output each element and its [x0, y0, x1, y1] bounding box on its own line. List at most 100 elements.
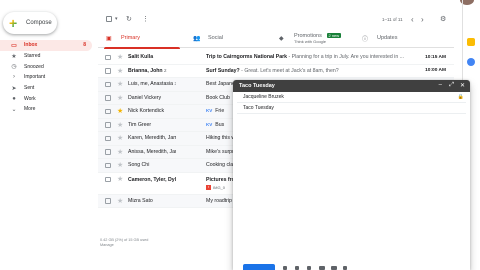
sidebar-item-inbox[interactable]: ▭ Inbox 8 [0, 40, 92, 51]
star-icon[interactable]: ★ [117, 121, 123, 130]
send-icon: ➤ [11, 85, 17, 92]
to-recipient: Jacqueline Bruzek [243, 94, 284, 100]
photo-icon[interactable] [343, 266, 347, 270]
to-field[interactable]: Jacqueline Bruzek 🔒 [237, 92, 466, 103]
compose-window: Taco Tuesday ‒ ⤢ ✕ Jacqueline Bruzek 🔒 T… [233, 80, 470, 270]
thread-count: 3 [174, 81, 176, 87]
row-checkbox[interactable] [105, 95, 111, 101]
compose-body[interactable] [237, 116, 466, 260]
star-icon[interactable]: ★ [117, 53, 123, 62]
label-icon: ● [12, 95, 16, 102]
inbox-tab-icon: ▣ [106, 35, 112, 42]
row-checkbox[interactable] [105, 54, 111, 60]
select-all-checkbox[interactable] [106, 12, 112, 26]
people-icon: 👥 [193, 35, 201, 42]
sender-name: Song Chi [128, 162, 150, 169]
star-icon[interactable]: ★ [117, 148, 123, 157]
star-icon[interactable]: ★ [117, 175, 123, 184]
row-checkbox[interactable] [105, 135, 111, 141]
row-checkbox[interactable] [105, 108, 111, 114]
prev-page-icon[interactable]: ‹ [411, 12, 414, 26]
promotions-subtitle: Think with Google [294, 38, 327, 44]
sender-name: Tim Greer [128, 121, 152, 128]
star-icon[interactable]: ★ [117, 161, 123, 170]
manage-link[interactable]: Manage [100, 243, 148, 248]
star-icon[interactable]: ★ [117, 80, 123, 89]
category-tabs: ▣ Primary 👥 Social ◆ Promotions 2 new Th… [98, 28, 454, 49]
sidebar-item-label: Inbox [24, 42, 38, 49]
next-page-icon[interactable]: › [421, 12, 424, 26]
star-icon[interactable]: ★ [117, 67, 123, 76]
star-icon[interactable]: ★ [117, 197, 123, 206]
subject-field[interactable]: Taco Tuesday [237, 103, 466, 114]
refresh-icon[interactable]: ↻ [126, 12, 132, 26]
compose-title: Taco Tuesday [239, 83, 275, 89]
label-tag: KV [206, 121, 213, 127]
sender-name: Mizra Sato [128, 197, 153, 204]
plus-icon: + [9, 15, 18, 31]
timestamp: 10:00 AM [425, 68, 446, 74]
tab-social[interactable]: 👥 Social [193, 28, 269, 48]
info-icon: ⓘ [362, 36, 369, 43]
row-checkbox[interactable] [105, 81, 111, 87]
expand-icon[interactable]: ⤢ [449, 82, 454, 89]
sender-name: Nick Kortendick [128, 108, 165, 115]
tab-updates[interactable]: ⓘ Updates [362, 28, 438, 48]
clock-icon: ◷ [11, 64, 17, 71]
sidebar-item-important[interactable]: › Important [0, 72, 98, 83]
sidebar-item-starred[interactable]: ★ Starred [0, 51, 98, 62]
sidebar-item-work[interactable]: ● Work [0, 93, 98, 104]
keep-icon[interactable] [467, 38, 475, 46]
sidebar-item-more[interactable]: ⌄ More [0, 104, 98, 115]
row-checkbox[interactable] [105, 149, 111, 155]
more-options-icon[interactable]: ⋮ [142, 12, 149, 26]
minimize-icon[interactable]: ‒ [439, 82, 442, 88]
close-icon[interactable]: ✕ [460, 82, 465, 89]
row-checkbox[interactable] [105, 122, 111, 128]
format-icon[interactable] [283, 266, 287, 270]
storage-info: 0.42 GB (2%) of 15 GB used Manage [100, 238, 148, 248]
sender-name: Luis, me, Anastasia 3 [128, 81, 176, 88]
left-sidebar: + Compose ▭ Inbox 8 ★ Starred ◷ Snoozed › Import… [0, 0, 98, 270]
subject-value: Taco Tuesday [243, 105, 274, 111]
subject: Trip to Cairngorms National Park - Plann… [206, 54, 404, 61]
tab-primary[interactable]: ▣ Primary [104, 28, 180, 49]
sidebar-item-sent[interactable]: ➤ Sent [0, 83, 98, 94]
settings-gear-icon[interactable]: ⚙ [440, 15, 446, 23]
table-row[interactable]: ★ Brianna, John 2 Surf Sunday? - Great. Le… [98, 64, 454, 78]
row-checkbox[interactable] [105, 162, 111, 168]
star-icon[interactable]: ★ [117, 134, 123, 143]
tab-promotions[interactable]: ◆ Promotions 2 new Think with Google [279, 28, 359, 48]
sidebar-item-label: Sent [24, 85, 35, 92]
tab-updates-label: Updates [377, 35, 398, 41]
attachment-chip[interactable]: ▪ IMG_0 [206, 184, 225, 191]
drive-icon[interactable] [331, 266, 337, 270]
send-button[interactable] [243, 264, 275, 270]
sender-name: Karen, Meredith, James 3 [128, 135, 176, 142]
new-badge: 2 new [326, 32, 342, 38]
timestamp: 10:15 AM [425, 54, 446, 60]
select-dropdown-icon[interactable]: ▾ [115, 12, 118, 26]
link-icon[interactable] [307, 266, 311, 270]
sidebar-item-snoozed[interactable]: ◷ Snoozed [0, 61, 98, 72]
star-icon[interactable]: ★ [117, 94, 123, 103]
sender-name: Daniel Vickery [128, 94, 162, 101]
emoji-icon[interactable] [319, 266, 325, 270]
snippet: - Planning for a trip in July. Are you i… [287, 54, 404, 61]
sender-name: Salit Kulla [128, 54, 154, 61]
row-checkbox[interactable] [105, 68, 111, 74]
table-row[interactable]: ★ Salit Kulla Trip to Cairngorms National … [98, 51, 454, 65]
lock-icon: 🔒 [457, 94, 464, 100]
tasks-icon[interactable] [467, 58, 475, 66]
row-checkbox[interactable] [105, 198, 111, 204]
tag-icon: ◆ [279, 35, 284, 42]
sender-name: Brianna, John 2 [128, 67, 167, 74]
row-checkbox[interactable] [105, 176, 111, 182]
compose-header[interactable]: Taco Tuesday ‒ ⤢ ✕ [233, 80, 470, 92]
compose-label: Compose [26, 20, 52, 26]
tab-primary-label: Primary [121, 35, 140, 41]
attach-icon[interactable] [295, 266, 299, 270]
compose-button[interactable]: + Compose [3, 12, 57, 34]
sidebar-item-label: Important [24, 74, 46, 81]
star-icon[interactable]: ★ [117, 107, 123, 116]
